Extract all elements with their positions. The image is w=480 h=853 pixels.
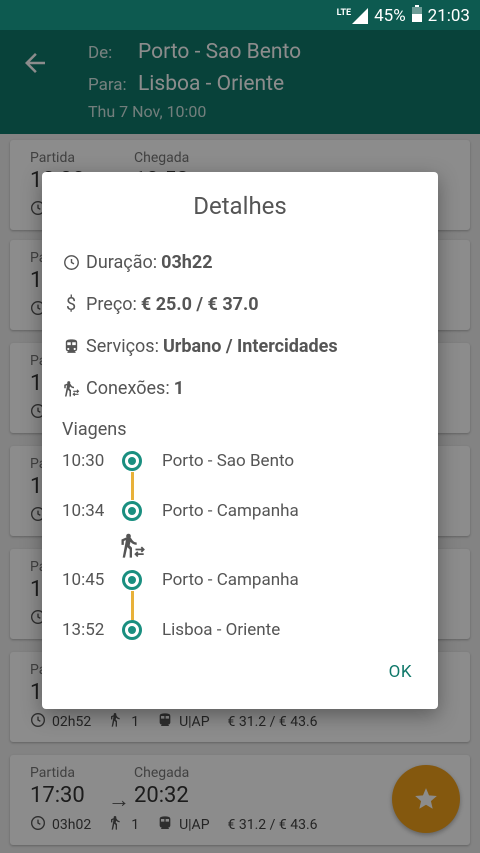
battery-percent: 45% [374, 6, 406, 26]
price-label: Preço: [86, 294, 137, 315]
transfer-walk-icon [62, 380, 80, 398]
stop-name: Porto - Sao Bento [162, 451, 295, 471]
stop-name: Lisboa - Oriente [162, 620, 281, 640]
trips-heading: Viagens [62, 419, 127, 440]
duration-row: Duração: 03h22 [62, 252, 213, 273]
lte-signal-icon: LTE [337, 8, 369, 24]
services-label: Serviços: [86, 336, 159, 357]
details-dialog: Detalhes Duração: 03h22 $ Preço: € 25.0 … [42, 172, 438, 709]
stop-dot-icon [122, 620, 142, 640]
battery-icon [411, 5, 422, 27]
price-value: € 25.0 / € 37.0 [140, 294, 259, 315]
train-icon [62, 338, 80, 356]
stop-dot-icon [122, 501, 142, 521]
transfer-walk-icon [118, 532, 146, 564]
trip-segment-line [131, 472, 134, 500]
stop-name: Porto - Campanha [162, 501, 299, 521]
connections-row: Conexões: 1 [62, 378, 184, 399]
network-type: LTE [336, 8, 352, 18]
stop-time: 10:34 [62, 501, 105, 521]
services-row: Serviços: Urbano / Intercidades [62, 336, 338, 357]
duration-label: Duração: [86, 252, 158, 273]
duration-value: 03h22 [161, 252, 213, 273]
connections-value: 1 [173, 378, 185, 399]
stop-dot-icon [122, 451, 142, 471]
stop-dot-icon [122, 570, 142, 590]
services-value: Urbano / Intercidades [162, 336, 338, 357]
stop-time: 10:30 [62, 451, 105, 471]
trip-segment-line [131, 591, 134, 620]
dollar-icon: $ [65, 294, 77, 315]
dialog-title: Detalhes [193, 192, 287, 220]
stop-time: 10:45 [62, 570, 105, 590]
ok-button[interactable]: OK [389, 662, 412, 682]
stop-time: 13:52 [62, 620, 105, 640]
status-bar: LTE 45% 21:03 [0, 0, 480, 30]
clock: 21:03 [427, 6, 470, 26]
connections-label: Conexões: [86, 378, 170, 399]
stop-name: Porto - Campanha [162, 570, 299, 590]
clock-icon [62, 254, 80, 272]
price-row: $ Preço: € 25.0 / € 37.0 [62, 294, 259, 315]
